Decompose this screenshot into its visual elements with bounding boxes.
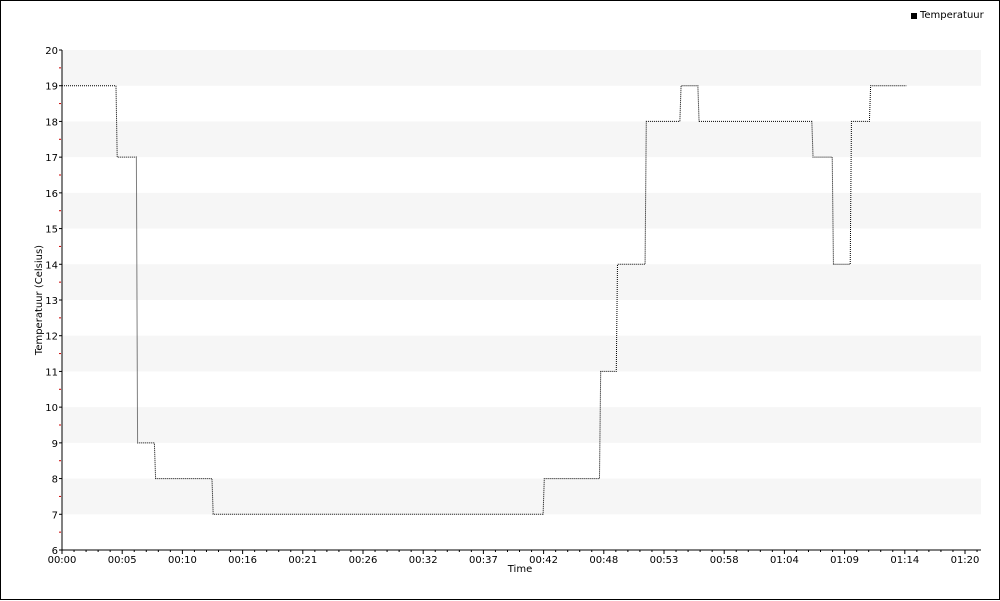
- temperature-chart: 67891011121314151617181920 00:00 00:05 00:…: [34, 46, 981, 575]
- x-tick-label: 00:48: [589, 555, 618, 566]
- grid-band: [62, 50, 981, 86]
- grid-band: [62, 478, 981, 515]
- y-tick-label: 16: [45, 189, 58, 200]
- y-tick-label: 20: [45, 46, 58, 57]
- legend-label: Temperatuur: [920, 10, 984, 21]
- x-axis-label: Time: [507, 564, 532, 575]
- chart-frame: 6 7 8 9 10 11 12 13 14 15 16 17 18 19 20 00:00 00:05 00:…: [0, 0, 1000, 600]
- grid-band: [62, 264, 981, 300]
- y-tick-label: 14: [45, 260, 58, 271]
- y-tick-label: 19: [45, 82, 58, 93]
- y-axis-ticks: 67891011121314151617181920: [45, 46, 62, 557]
- grid-band: [62, 192, 981, 229]
- grid-band: [62, 121, 981, 158]
- y-axis-label: Temperatuur (Celsius): [34, 245, 45, 356]
- y-tick-label: 8: [52, 475, 58, 486]
- x-tick-label: 00:00: [48, 555, 77, 566]
- x-tick-label: 01:09: [830, 555, 859, 566]
- x-tick-label: 00:32: [409, 555, 438, 566]
- grid-bands: [62, 50, 981, 515]
- x-tick-label: 00:16: [228, 555, 257, 566]
- x-tick-label: 00:42: [529, 555, 558, 566]
- legend: Temperatuur: [911, 10, 984, 21]
- x-tick-label: 01:20: [951, 555, 980, 566]
- x-tick-label: 00:10: [168, 555, 197, 566]
- x-tick-label: 00:21: [288, 555, 317, 566]
- x-tick-label: 00:37: [469, 555, 498, 566]
- x-tick-label: 00:26: [349, 555, 378, 566]
- y-tick-label: 9: [52, 439, 58, 450]
- x-tick-label: 00:05: [108, 555, 137, 566]
- x-tick-label: 00:53: [650, 555, 679, 566]
- y-tick-label: 17: [45, 153, 58, 164]
- y-tick-label: 13: [45, 296, 58, 307]
- grid-band: [62, 407, 981, 443]
- y-tick-label: 12: [45, 332, 58, 343]
- x-tick-label: 01:04: [770, 555, 799, 566]
- legend-swatch: [911, 12, 917, 19]
- y-tick-label: 11: [45, 367, 58, 378]
- y-tick-label: 15: [45, 225, 58, 236]
- x-tick-label: 01:14: [890, 555, 919, 566]
- y-tick-label: 10: [45, 403, 58, 414]
- y-tick-label: 18: [45, 117, 58, 128]
- grid-band: [62, 335, 981, 372]
- y-tick-label: 7: [52, 510, 58, 521]
- x-tick-label: 00:58: [710, 555, 739, 566]
